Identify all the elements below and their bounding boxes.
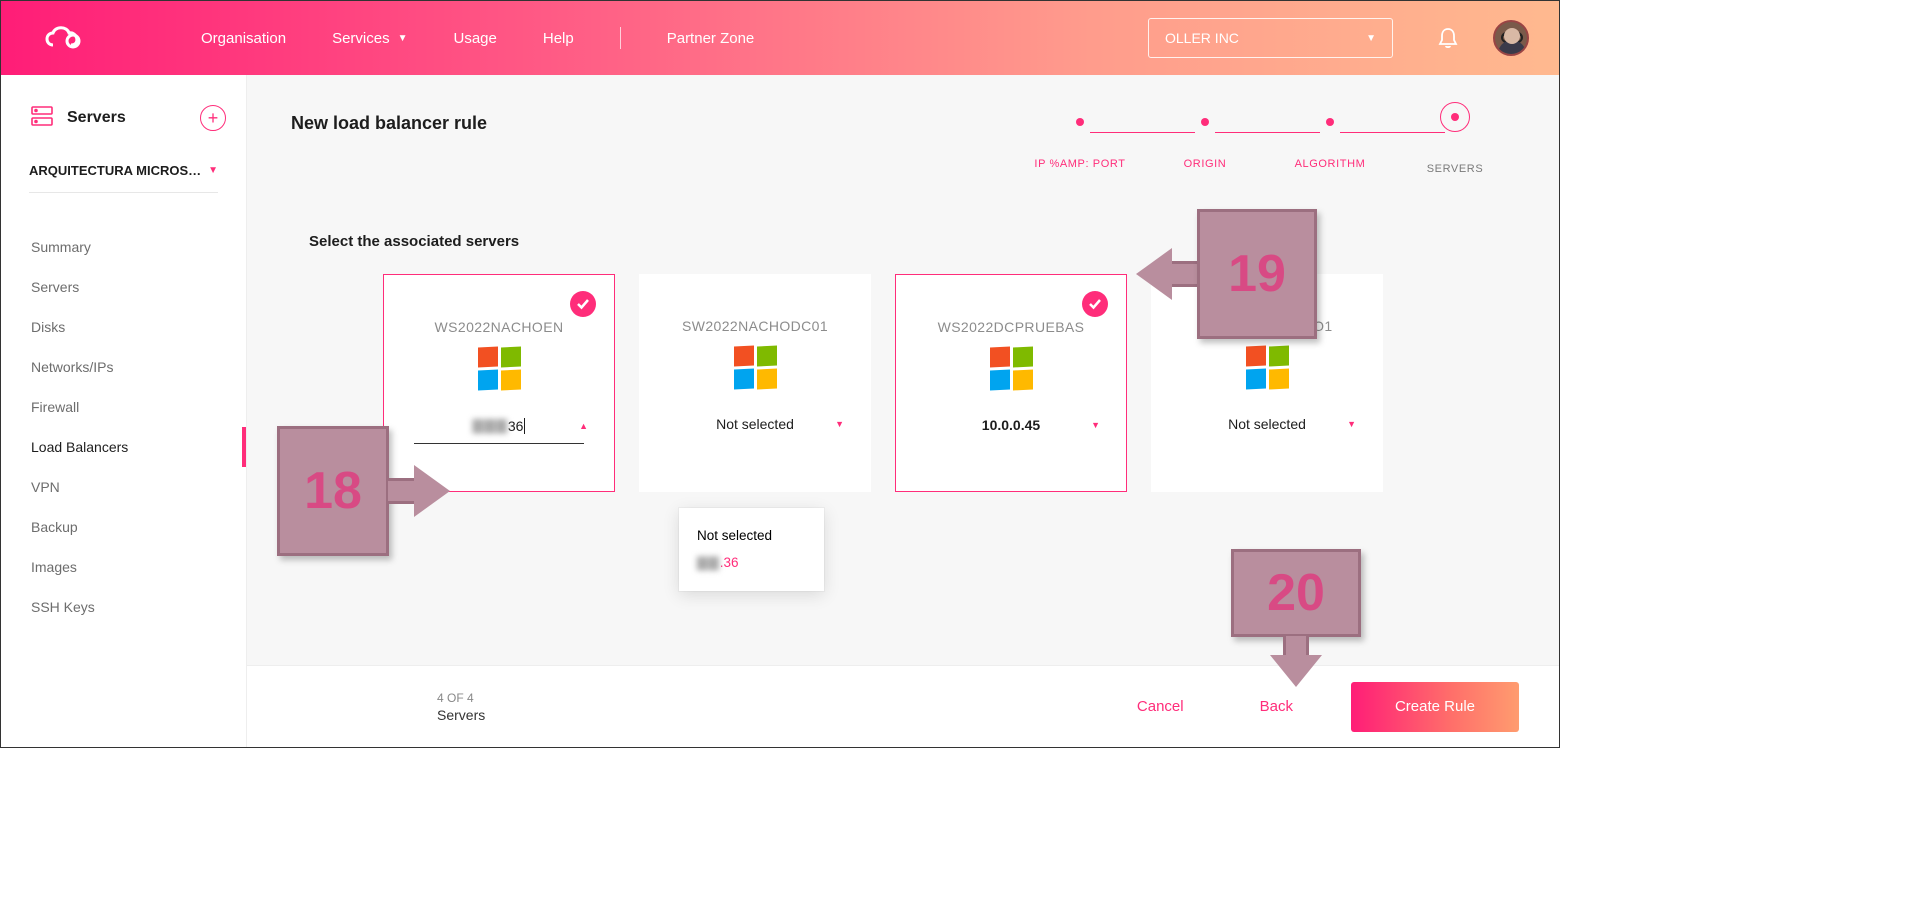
- chevron-down-icon: ▼: [1091, 420, 1100, 430]
- chevron-down-icon: ▼: [208, 165, 218, 176]
- nav-separator: [620, 27, 621, 49]
- chevron-down-icon: ▼: [398, 33, 408, 44]
- notifications-button[interactable]: [1433, 23, 1463, 53]
- servers-icon: [31, 106, 53, 131]
- sidebar-item-disks[interactable]: Disks: [1, 307, 246, 347]
- sidebar-nav: Summary Servers Disks Networks/IPs Firew…: [1, 227, 246, 627]
- sidebar-item-ssh-keys[interactable]: SSH Keys: [1, 587, 246, 627]
- step-origin[interactable]: ORIGIN: [1145, 118, 1265, 170]
- nav-help[interactable]: Help: [543, 30, 574, 47]
- sidebar-item-networks[interactable]: Networks/IPs: [1, 347, 246, 387]
- server-ip-dropdown[interactable]: ▇▇▇36 ▲: [414, 417, 584, 434]
- create-rule-button[interactable]: Create Rule: [1351, 682, 1519, 732]
- project-dropdown[interactable]: ARQUITECTURA MICROS… ▼: [29, 163, 218, 193]
- project-name: ARQUITECTURA MICROS…: [29, 163, 201, 178]
- server-name: WS2022NACHOEN: [435, 319, 564, 335]
- server-name: WS2022DCPRUEBAS: [938, 319, 1085, 335]
- server-name: SW22DNSNACHO1: [1201, 318, 1332, 334]
- dropdown-option-ip[interactable]: ▇▇.36: [697, 549, 806, 577]
- sidebar-item-backup[interactable]: Backup: [1, 507, 246, 547]
- nav-services[interactable]: Services▼: [332, 30, 407, 47]
- windows-icon: [734, 346, 776, 388]
- sidebar-item-load-balancers[interactable]: Load Balancers: [1, 427, 246, 467]
- top-nav: Organisation Services▼ Usage Help Partne…: [201, 27, 754, 49]
- org-dropdown[interactable]: OLLER INC ▼: [1148, 18, 1393, 58]
- server-ip-dropdown[interactable]: Not selected ▼: [670, 416, 840, 432]
- server-card[interactable]: WS2022NACHOEN ▇▇▇36 ▲: [383, 274, 615, 492]
- wizard-stepper: IP %AMP: PORT ORIGIN ALGORITHM SERVERS: [1020, 113, 1515, 175]
- server-name: SW2022NACHODC01: [682, 318, 828, 334]
- nav-organisation[interactable]: Organisation: [201, 30, 286, 47]
- chevron-up-icon: ▲: [579, 421, 588, 431]
- sidebar-item-vpn[interactable]: VPN: [1, 467, 246, 507]
- sidebar-item-firewall[interactable]: Firewall: [1, 387, 246, 427]
- windows-icon: [990, 347, 1032, 389]
- brand-logo: [41, 21, 91, 55]
- chevron-down-icon: ▼: [1366, 33, 1376, 44]
- chevron-down-icon: ▼: [1347, 419, 1356, 429]
- server-ip-dropdown[interactable]: 10.0.0.45 ▼: [926, 417, 1096, 433]
- step-algorithm[interactable]: ALGORITHM: [1270, 118, 1390, 170]
- windows-icon: [1246, 346, 1288, 388]
- org-dropdown-value: OLLER INC: [1165, 30, 1239, 46]
- server-ip-dropdown[interactable]: Not selected ▼: [1182, 416, 1352, 432]
- sidebar-item-images[interactable]: Images: [1, 547, 246, 587]
- server-cards: WS2022NACHOEN ▇▇▇36 ▲ SW2022NACHODC01 No…: [291, 274, 1515, 492]
- chevron-down-icon: ▼: [835, 419, 844, 429]
- back-button[interactable]: Back: [1242, 690, 1311, 723]
- sidebar-item-summary[interactable]: Summary: [1, 227, 246, 267]
- progress-step: 4 OF 4: [437, 691, 485, 705]
- progress-indicator: 4 OF 4 Servers: [437, 691, 485, 723]
- check-icon: [1082, 291, 1108, 317]
- server-card[interactable]: SW22DNSNACHO1 Not selected ▼: [1151, 274, 1383, 492]
- user-avatar[interactable]: [1493, 20, 1529, 56]
- sidebar: Servers + ARQUITECTURA MICROS… ▼ Summary…: [1, 75, 247, 747]
- server-card[interactable]: SW2022NACHODC01 Not selected ▼: [639, 274, 871, 492]
- wizard-footer: 4 OF 4 Servers Cancel Back Create Rule: [247, 665, 1559, 747]
- windows-icon: [478, 347, 520, 389]
- step-servers[interactable]: SERVERS: [1395, 113, 1515, 175]
- nav-usage[interactable]: Usage: [454, 30, 497, 47]
- nav-partner-zone[interactable]: Partner Zone: [667, 30, 755, 47]
- ip-dropdown-menu: Not selected ▇▇.36: [679, 508, 824, 591]
- add-server-button[interactable]: +: [200, 105, 226, 131]
- main-content: New load balancer rule IP %AMP: PORT ORI…: [247, 75, 1559, 747]
- step-ip-port[interactable]: IP %AMP: PORT: [1020, 118, 1140, 170]
- server-card[interactable]: WS2022DCPRUEBAS 10.0.0.45 ▼: [895, 274, 1127, 492]
- top-header: Organisation Services▼ Usage Help Partne…: [1, 1, 1559, 75]
- cancel-button[interactable]: Cancel: [1119, 690, 1202, 723]
- check-icon: [570, 291, 596, 317]
- progress-label: Servers: [437, 707, 485, 723]
- sidebar-section-title: Servers: [67, 109, 126, 127]
- page-title: New load balancer rule: [291, 113, 487, 134]
- section-heading: Select the associated servers: [309, 233, 1515, 250]
- dropdown-option-not-selected[interactable]: Not selected: [697, 522, 806, 549]
- sidebar-item-servers[interactable]: Servers: [1, 267, 246, 307]
